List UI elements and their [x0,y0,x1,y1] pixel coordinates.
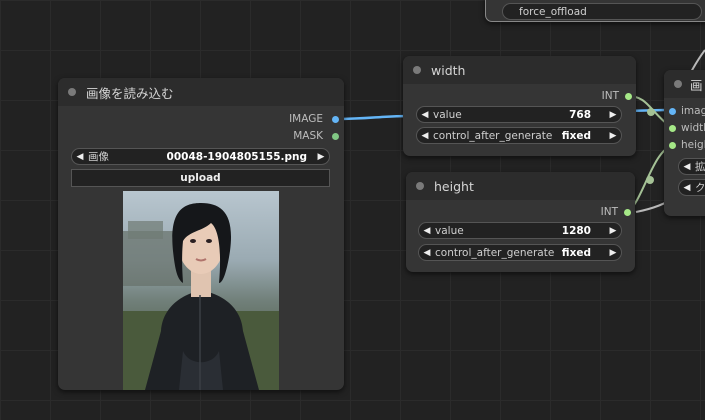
reroute-dot [647,108,655,116]
widget-value: fixed [561,129,591,142]
widget-label: 画像 [88,151,109,163]
output-int-row[interactable]: INT [602,88,636,104]
output-int-label: INT [600,206,618,218]
widget-label: control_after_generate [435,246,555,259]
output-mask-slot[interactable] [332,132,339,140]
arrow-right-icon[interactable]: ▶ [605,226,621,236]
arrow-left-icon[interactable]: ◀ [679,183,695,193]
output-mask-row[interactable]: MASK [293,128,344,144]
arrow-right-icon[interactable]: ▶ [313,152,329,162]
node-header[interactable]: 画 [664,70,705,98]
load-image-node[interactable]: 画像を読み込む IMAGE MASK ◀ 画像 00048-1904805155… [58,78,344,390]
value-widget[interactable]: ◀ value 768 ▶ [416,106,622,123]
preview-picture [123,203,279,390]
arrow-left-icon[interactable]: ◀ [72,152,88,162]
output-mask-label: MASK [293,130,323,142]
input-height-row[interactable]: heigh [669,137,705,153]
widget-value: 1280 [561,224,591,237]
widget-value: 00048-1904805155.png [166,150,307,163]
input-width-label: width [681,122,705,134]
right-partial-node[interactable]: 画 imag width heigh ◀ 拡 ◀ ク [664,70,705,216]
node-title: height [434,178,474,194]
output-image-row[interactable]: IMAGE [289,111,344,127]
arrow-right-icon[interactable]: ▶ [605,110,621,120]
node-title: 画 [690,77,703,93]
input-image-row[interactable]: imag [669,103,705,119]
arrow-left-icon[interactable]: ◀ [679,162,695,172]
width-node[interactable]: width INT ◀ value 768 ▶ ◀ control_after_… [403,56,636,156]
input-image-slot[interactable] [669,107,676,115]
node-widget[interactable]: ◀ ク [678,179,705,196]
image-select-widget[interactable]: ◀ 画像 00048-1904805155.png ▶ [71,148,330,165]
node-dot-icon [674,80,682,88]
widget-value: fixed [561,246,591,259]
arrow-left-icon[interactable]: ◀ [419,248,435,258]
node-widget[interactable]: ◀ 拡 [678,158,705,175]
control-after-generate-widget[interactable]: ◀ control_after_generate fixed ▶ [418,244,622,261]
output-image-label: IMAGE [289,113,323,125]
widget-label: 拡 [695,161,705,173]
value-widget[interactable]: ◀ value 1280 ▶ [418,222,622,239]
top-partial-node: force_offload [485,0,705,22]
node-header[interactable]: height [406,172,635,200]
widget-label: force_offload [519,5,587,18]
widget-label: control_after_generate [433,129,553,142]
input-width-row[interactable]: width [669,120,705,136]
output-int-row[interactable]: INT [601,204,635,220]
widget-label: ク [695,182,705,194]
widget-label: value [433,108,462,121]
reroute-dot [646,176,654,184]
output-int-label: INT [601,90,619,102]
height-node[interactable]: height INT ◀ value 1280 ▶ ◀ control_afte… [406,172,635,272]
output-int-slot[interactable] [624,208,631,216]
node-header[interactable]: width [403,56,636,84]
widget-label: value [435,224,464,237]
arrow-right-icon[interactable]: ▶ [605,131,621,141]
force-offload-widget[interactable]: force_offload [502,3,702,20]
input-width-slot[interactable] [669,124,676,132]
widget-value: 768 [569,108,591,121]
node-dot-icon [68,88,76,96]
node-dot-icon [416,182,424,190]
node-dot-icon [413,66,421,74]
arrow-right-icon[interactable]: ▶ [605,248,621,258]
output-int-slot[interactable] [625,92,632,100]
node-title: 画像を読み込む [86,85,174,101]
node-header[interactable]: 画像を読み込む [58,78,344,106]
input-height-slot[interactable] [669,141,676,149]
image-preview [123,191,279,390]
control-after-generate-widget[interactable]: ◀ control_after_generate fixed ▶ [416,127,622,144]
input-height-label: heigh [681,139,705,151]
node-title: width [431,62,466,78]
arrow-left-icon[interactable]: ◀ [419,226,435,236]
upload-button[interactable]: upload [71,169,330,187]
arrow-left-icon[interactable]: ◀ [417,131,433,141]
arrow-left-icon[interactable]: ◀ [417,110,433,120]
output-image-slot[interactable] [332,115,339,123]
input-image-label: imag [681,105,705,117]
